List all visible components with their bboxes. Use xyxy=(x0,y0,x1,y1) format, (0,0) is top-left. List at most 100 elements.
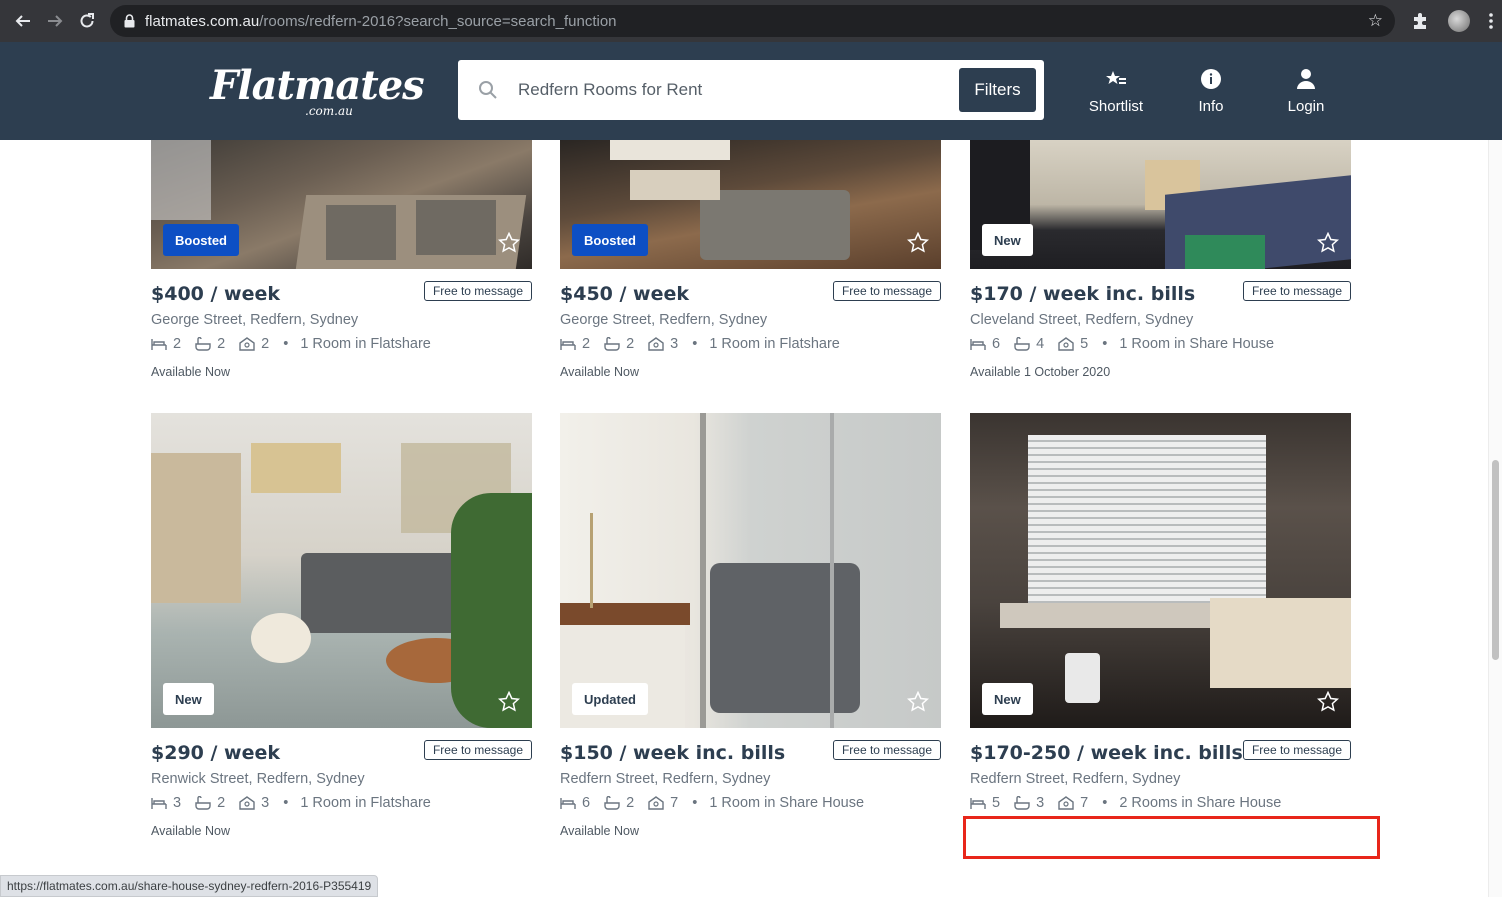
listing-card[interactable]: Updated $150 / week inc. bills Free to m… xyxy=(560,413,941,853)
favorite-star-icon[interactable] xyxy=(1317,691,1339,713)
bath-count: 3 xyxy=(1036,795,1045,811)
bath-icon xyxy=(604,796,620,810)
listing-address: Renwick Street, Redfern, Sydney xyxy=(151,771,365,787)
free-to-message-tag: Free to message xyxy=(1242,740,1351,760)
lock-icon xyxy=(124,14,135,28)
bed-icon xyxy=(560,798,576,809)
flatmates-logo[interactable]: Flatmates .com.au xyxy=(210,62,425,122)
bed-icon xyxy=(970,339,986,350)
filters-button[interactable]: Filters xyxy=(959,68,1036,112)
favorite-star-icon[interactable] xyxy=(907,691,929,713)
shortlist-label: Shortlist xyxy=(1088,98,1144,115)
bath-count: 2 xyxy=(217,336,226,352)
page-scrollbar[interactable] xyxy=(1488,140,1502,897)
listing-badge: Boosted xyxy=(163,224,239,256)
reload-icon xyxy=(80,13,94,28)
listing-card[interactable]: New $170 / week inc. bills Free to messa… xyxy=(970,140,1351,380)
menu-dots-icon[interactable] xyxy=(1488,13,1493,29)
listing-specs: 6 4 5 • 1 Room in Share House xyxy=(970,336,1274,352)
listing-specs: 5 3 7 • 2 Rooms in Share House xyxy=(970,795,1281,811)
listing-address: George Street, Redfern, Sydney xyxy=(560,312,768,328)
listing-card[interactable]: New $290 / week Free to message Renwick … xyxy=(151,413,532,853)
scrollbar-thumb[interactable] xyxy=(1492,460,1499,660)
listing-photo[interactable]: New xyxy=(151,413,532,728)
status-link-preview: https://flatmates.com.au/share-house-syd… xyxy=(0,875,379,897)
site-header: Flatmates .com.au Redfern Rooms for Rent… xyxy=(0,42,1502,140)
listing-card[interactable]: Boosted $450 / week Free to message Geor… xyxy=(560,140,941,380)
favorite-star-icon[interactable] xyxy=(1317,232,1339,254)
bed-icon xyxy=(151,339,167,350)
listing-photo[interactable]: Updated xyxy=(560,413,941,728)
back-arrow-icon xyxy=(15,15,30,27)
user-icon xyxy=(1297,69,1315,89)
forward-button[interactable] xyxy=(39,5,71,37)
listing-type: 1 Room in Flatshare xyxy=(300,336,431,352)
favorite-star-icon[interactable] xyxy=(498,691,520,713)
extensions-puzzle-icon[interactable] xyxy=(1411,12,1429,30)
url-text: flatmates.com.au/rooms/redfern-2016?sear… xyxy=(145,13,617,30)
listing-price[interactable]: $170 / week inc. bills xyxy=(970,283,1195,305)
profile-avatar[interactable] xyxy=(1447,10,1470,32)
bath-icon xyxy=(1014,796,1030,810)
listing-photo[interactable]: Boosted xyxy=(151,140,532,269)
address-bar[interactable]: flatmates.com.au/rooms/redfern-2016?sear… xyxy=(110,5,1395,37)
people-icon xyxy=(239,337,255,351)
people-icon xyxy=(648,796,664,810)
free-to-message-tag: Free to message xyxy=(832,740,941,760)
free-to-message-tag: Free to message xyxy=(423,740,532,760)
listing-type: 1 Room in Flatshare xyxy=(709,336,840,352)
bed-icon xyxy=(151,798,167,809)
favorite-star-icon[interactable] xyxy=(498,232,520,254)
people-count: 5 xyxy=(1080,336,1089,352)
listing-availability: Available Now xyxy=(560,365,639,379)
listing-photo[interactable]: New xyxy=(970,413,1351,728)
listing-card[interactable]: Boosted $400 / week Free to message Geor… xyxy=(151,140,532,380)
people-icon xyxy=(239,796,255,810)
free-to-message-tag: Free to message xyxy=(1242,281,1351,301)
shortlist-button[interactable]: Shortlist xyxy=(1076,66,1156,115)
search-icon xyxy=(479,81,497,99)
url-path: /rooms/redfern-2016?search_source=search… xyxy=(259,12,617,30)
listing-address: Cleveland Street, Redfern, Sydney xyxy=(970,312,1194,328)
listing-availability: Available Now xyxy=(560,824,639,838)
listing-specs: 2 2 3 • 1 Room in Flatshare xyxy=(560,336,840,352)
search-input[interactable]: Redfern Rooms for Rent xyxy=(518,80,702,100)
people-icon xyxy=(648,337,664,351)
bed-count: 2 xyxy=(582,336,591,352)
bed-icon xyxy=(970,798,986,809)
listing-price[interactable]: $290 / week xyxy=(151,742,280,764)
bed-icon xyxy=(560,339,576,350)
listing-address: Redfern Street, Redfern, Sydney xyxy=(970,771,1181,787)
bed-count: 2 xyxy=(173,336,182,352)
shortlist-star-icon xyxy=(1106,71,1126,84)
search-bar[interactable]: Redfern Rooms for Rent Filters xyxy=(458,60,1044,120)
bed-count: 5 xyxy=(992,795,1001,811)
login-button[interactable]: Login xyxy=(1266,66,1346,115)
favorite-star-icon[interactable] xyxy=(907,232,929,254)
free-to-message-tag: Free to message xyxy=(423,281,532,301)
listing-specs: 3 2 3 • 1 Room in Flatshare xyxy=(151,795,431,811)
bookmark-star-icon[interactable]: ☆ xyxy=(1368,11,1383,31)
listing-availability: Available Now xyxy=(151,365,230,379)
people-count: 2 xyxy=(261,336,270,352)
listing-price[interactable]: $400 / week xyxy=(151,283,280,305)
listing-photo[interactable]: New xyxy=(970,140,1351,269)
reload-button[interactable] xyxy=(71,5,103,37)
listing-price[interactable]: $450 / week xyxy=(560,283,689,305)
highlight-annotation-box xyxy=(963,816,1380,859)
info-button[interactable]: Info xyxy=(1171,66,1251,115)
listing-availability: Available 1 October 2020 xyxy=(970,365,1111,379)
listing-photo[interactable]: Boosted xyxy=(560,140,941,269)
free-to-message-tag: Free to message xyxy=(832,281,941,301)
extensions-area xyxy=(1402,0,1502,42)
browser-toolbar: flatmates.com.au/rooms/redfern-2016?sear… xyxy=(0,0,1502,42)
back-button[interactable] xyxy=(7,5,39,37)
listing-price[interactable]: $170-250 / week inc. bills xyxy=(970,742,1243,764)
listing-specs: 6 2 7 • 1 Room in Share House xyxy=(560,795,864,811)
listing-card[interactable]: New $170-250 / week inc. bills Free to m… xyxy=(970,413,1351,853)
people-count: 3 xyxy=(261,795,270,811)
listing-price[interactable]: $150 / week inc. bills xyxy=(560,742,785,764)
logo-sub-text: .com.au xyxy=(305,104,353,118)
bath-icon xyxy=(195,796,211,810)
bed-count: 6 xyxy=(992,336,1001,352)
